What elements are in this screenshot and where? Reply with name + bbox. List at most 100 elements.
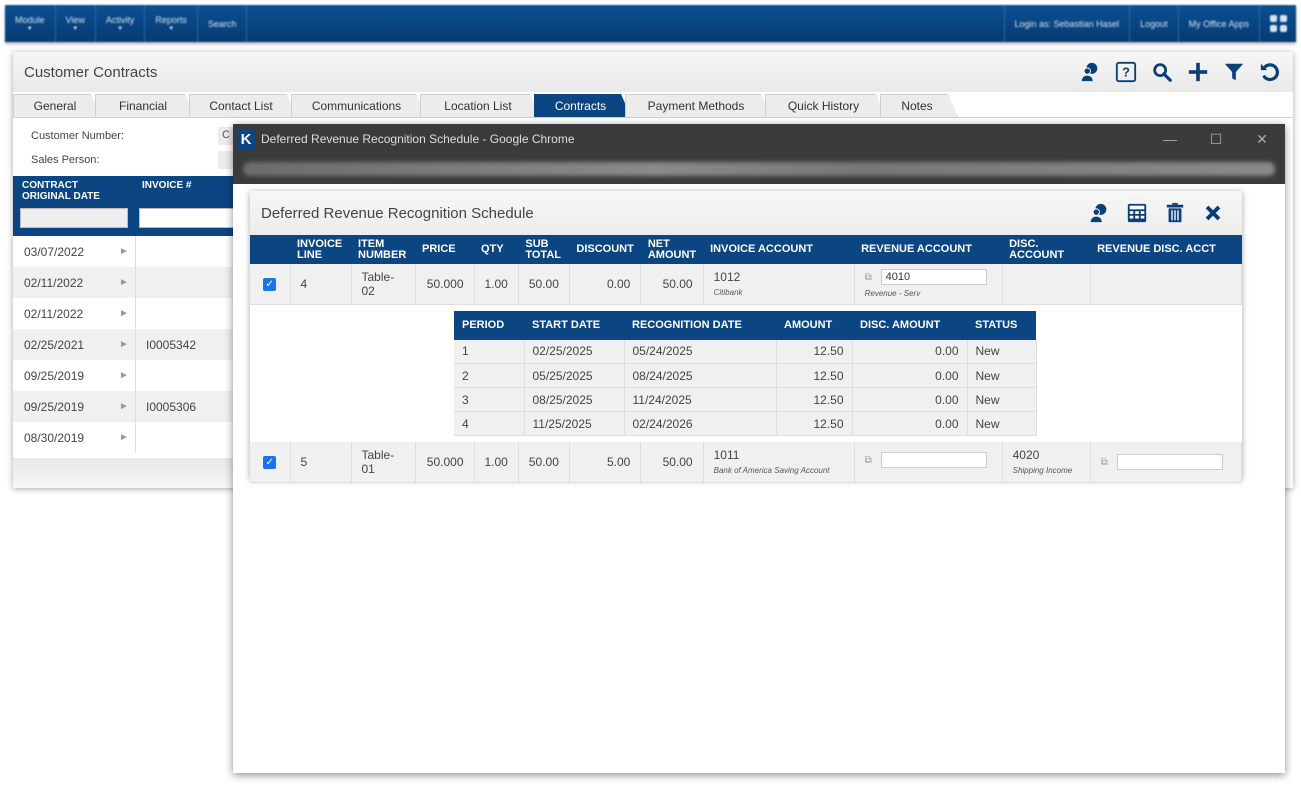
list-row[interactable]: 02/11/2022 ► [13, 267, 238, 298]
tab-contact-list[interactable]: Contact List [189, 94, 297, 117]
arrow-right-icon[interactable]: ► [113, 370, 135, 381]
arrow-right-icon[interactable]: ► [113, 401, 135, 412]
tab-communications[interactable]: Communications [291, 94, 426, 117]
column-discount[interactable]: DISCOUNT [569, 235, 641, 264]
nav-search[interactable]: Search [198, 5, 248, 42]
search-icon[interactable] [1150, 60, 1174, 84]
revenue-account-input[interactable] [880, 269, 987, 286]
column-amount[interactable]: AMOUNT [776, 310, 852, 340]
external-link-icon[interactable]: ⧉ [865, 455, 877, 466]
column-revenue-disc-acct[interactable]: REVENUE DISC. ACCT [1090, 235, 1242, 264]
refresh-icon[interactable] [1258, 60, 1282, 84]
nav-module[interactable]: Module ▼ [5, 5, 56, 42]
item-number-cell: Table-02 [351, 264, 416, 305]
filter-icon[interactable] [1222, 60, 1246, 84]
tab-payment-methods[interactable]: Payment Methods [625, 94, 771, 117]
revenue-disc-acct-cell [1090, 264, 1243, 305]
column-disc-amount[interactable]: DISC. AMOUNT [852, 310, 967, 340]
list-row[interactable]: 09/25/2019 ► I0005306 [13, 391, 238, 422]
column-status[interactable]: STATUS [967, 310, 1036, 340]
row-invoice: I0005306 [135, 391, 238, 422]
column-disc-account[interactable]: DISC. ACCOUNT [1002, 235, 1091, 264]
column-period[interactable]: PERIOD [454, 310, 524, 340]
list-row[interactable]: 02/25/2021 ► I0005342 [13, 329, 238, 360]
tab-quick-history[interactable]: Quick History [765, 94, 886, 117]
nav-spacer [247, 5, 1005, 42]
grid-icon[interactable] [1260, 5, 1296, 42]
tab-location-list[interactable]: Location List [420, 94, 540, 117]
tab-contracts[interactable]: Contracts [534, 94, 631, 117]
office-apps-button[interactable]: My Office Apps [1179, 5, 1260, 42]
maximize-icon[interactable]: ☐ [1193, 131, 1239, 148]
disc-account-code: 4020 [1012, 448, 1040, 463]
sub-total-cell: 50.00 [518, 442, 570, 483]
list-row[interactable]: 02/11/2022 ► [13, 298, 238, 329]
logout-label: Logout [1140, 18, 1168, 29]
table-row: ✓ 4 Table-02 50.000 1.00 50.00 0.00 50.0… [250, 264, 1243, 305]
login-info: Login as: Sebastian Hasel [1005, 5, 1131, 42]
column-contract-date[interactable]: CONTRACT ORIGINAL DATE [22, 180, 122, 202]
arrow-right-icon[interactable]: ► [113, 246, 135, 257]
nav-reports[interactable]: Reports ▼ [145, 5, 198, 42]
tabs-divider [13, 117, 1293, 118]
column-qty[interactable]: QTY [474, 235, 519, 264]
list-row[interactable]: 03/07/2022 ► [13, 236, 238, 267]
row-checkbox[interactable]: ✓ [263, 456, 277, 470]
deferred-revenue-dialog: Deferred Revenue Recognition Schedule IN… [250, 191, 1243, 483]
url-field[interactable]: Not secure | demoserver/kcrm/...Deferred… [243, 162, 1275, 176]
logout-button[interactable]: Logout [1130, 5, 1179, 42]
row-date: 02/11/2022 [24, 275, 84, 290]
invoice-filter-input[interactable] [139, 208, 239, 228]
column-invoice-account[interactable]: INVOICE ACCOUNT [703, 235, 855, 264]
minimize-icon[interactable]: — [1147, 131, 1193, 147]
chrome-popup-window: K Deferred Revenue Recognition Schedule … [233, 124, 1285, 773]
row-invoice [135, 267, 238, 298]
dialog-header: Deferred Revenue Recognition Schedule [250, 191, 1242, 235]
column-recognition-date[interactable]: RECOGNITION DATE [624, 310, 776, 340]
tab-financial[interactable]: Financial [95, 94, 195, 117]
calculator-icon[interactable] [1125, 201, 1149, 225]
support-agent-icon[interactable] [1087, 201, 1111, 225]
start-date-cell: 02/25/2025 [524, 339, 625, 364]
nav-view[interactable]: View ▼ [56, 5, 96, 42]
help-icon[interactable]: ? [1114, 60, 1138, 84]
disc-amount-cell: 0.00 [852, 363, 968, 388]
close-window-icon[interactable]: ✕ [1239, 131, 1285, 148]
row-invoice [135, 298, 238, 329]
add-icon[interactable] [1186, 60, 1210, 84]
arrow-right-icon[interactable]: ► [113, 308, 135, 319]
column-price[interactable]: PRICE [415, 235, 474, 264]
app-logo-icon: K [237, 129, 255, 149]
column-invoice-number[interactable]: INVOICE # [142, 180, 191, 191]
column-sub-total[interactable]: SUB TOTAL [518, 235, 570, 264]
arrow-right-icon[interactable]: ► [113, 277, 135, 288]
contract-date-filter-input[interactable] [20, 208, 128, 228]
support-agent-icon[interactable] [1078, 60, 1102, 84]
disc-account-cell: 4020 Shipping Income [1002, 442, 1091, 483]
column-item-number[interactable]: ITEM NUMBER [351, 235, 415, 264]
revenue-account-input[interactable] [880, 451, 987, 468]
arrow-right-icon[interactable]: ► [113, 339, 135, 350]
tab-notes[interactable]: Notes [880, 94, 958, 117]
trash-icon[interactable] [1163, 201, 1187, 225]
invoice-line-cell: 4 [290, 264, 352, 305]
net-amount-cell: 50.00 [640, 264, 704, 305]
external-link-icon[interactable]: ⧉ [865, 272, 877, 283]
list-row[interactable]: 08/30/2019 ► [13, 422, 238, 453]
column-invoice-line[interactable]: INVOICE LINE [290, 235, 351, 264]
external-link-icon[interactable]: ⧉ [1101, 457, 1113, 468]
revenue-disc-acct-input[interactable] [1116, 453, 1223, 470]
arrow-right-icon[interactable]: ► [113, 432, 135, 443]
column-net-amount[interactable]: NET AMOUNT [640, 235, 704, 264]
column-revenue-account[interactable]: REVENUE ACCOUNT [854, 235, 1003, 264]
list-row[interactable]: 09/25/2019 ► [13, 360, 238, 391]
column-start-date[interactable]: START DATE [524, 310, 624, 340]
row-checkbox[interactable]: ✓ [263, 278, 277, 292]
nav-activity[interactable]: Activity ▼ [96, 5, 146, 42]
row-date: 09/25/2019 [24, 368, 85, 383]
invoice-account-name: Bank of America Saving Account [713, 466, 830, 476]
period-cell: 1 [454, 339, 525, 364]
net-amount-cell: 50.00 [640, 442, 704, 483]
tab-general[interactable]: General [13, 94, 101, 117]
close-icon[interactable] [1201, 201, 1225, 225]
